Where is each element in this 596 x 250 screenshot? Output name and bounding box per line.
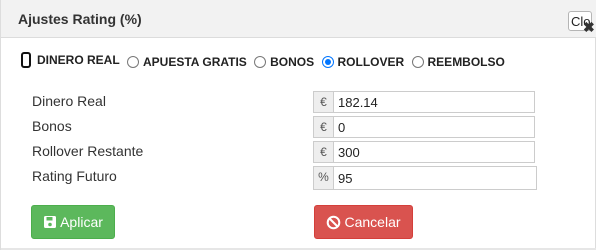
radio-option-rollover[interactable]: ROLLOVER xyxy=(321,55,405,69)
cancel-label: Cancelar xyxy=(344,214,401,230)
radio-reembolso[interactable] xyxy=(411,56,424,68)
rollover-unit: € xyxy=(313,141,333,163)
rating-label: Rating Futuro xyxy=(32,168,117,184)
dinero-real-unit: € xyxy=(313,91,333,113)
cancel-button[interactable]: Cancelar xyxy=(314,205,413,239)
rollover-label: Rollover Restante xyxy=(32,143,144,159)
save-icon xyxy=(44,216,57,228)
bonos-unit: € xyxy=(313,116,333,138)
radio-option-dinero-real[interactable]: DINERO REAL xyxy=(21,52,120,68)
radio-apuesta-gratis[interactable] xyxy=(127,56,140,68)
rating-input[interactable] xyxy=(333,166,537,190)
radio-option-apuesta-gratis[interactable]: APUESTA GRATIS xyxy=(127,55,247,69)
radio-bonos[interactable] xyxy=(254,56,267,68)
radio-option-reembolso[interactable]: REEMBOLSO xyxy=(411,55,505,69)
radio-dinero-real[interactable] xyxy=(21,52,31,68)
mode-radio-group: DINERO REAL APUESTA GRATIS BONOS ROLLOVE… xyxy=(21,52,509,72)
ban-icon xyxy=(327,215,341,229)
radio-label-bonos: BONOS xyxy=(270,55,315,69)
apply-button[interactable]: Aplicar xyxy=(31,205,115,239)
rollover-input[interactable] xyxy=(333,141,535,163)
dialog-title: Ajustes Rating (%) xyxy=(18,11,142,27)
dialog-titlebar: Ajustes Rating (%) Clos ✖ xyxy=(1,0,596,38)
radio-label-apuesta-gratis: APUESTA GRATIS xyxy=(143,55,247,69)
radio-option-bonos[interactable]: BONOS xyxy=(254,55,314,69)
dinero-real-label: Dinero Real xyxy=(32,93,106,109)
close-icon[interactable]: ✖ xyxy=(583,20,595,34)
radio-rollover[interactable] xyxy=(321,56,334,68)
rating-unit: % xyxy=(313,166,333,190)
radio-label-reembolso: REEMBOLSO xyxy=(427,55,505,69)
rating-dialog: Ajustes Rating (%) Clos ✖ DINERO REAL AP… xyxy=(0,0,596,250)
bonos-label: Bonos xyxy=(32,118,72,134)
bonos-input[interactable] xyxy=(333,116,535,138)
radio-label-rollover: ROLLOVER xyxy=(337,55,405,69)
dinero-real-input[interactable] xyxy=(333,91,535,113)
radio-label-dinero-real: DINERO REAL xyxy=(37,53,120,67)
apply-label: Aplicar xyxy=(60,214,103,230)
